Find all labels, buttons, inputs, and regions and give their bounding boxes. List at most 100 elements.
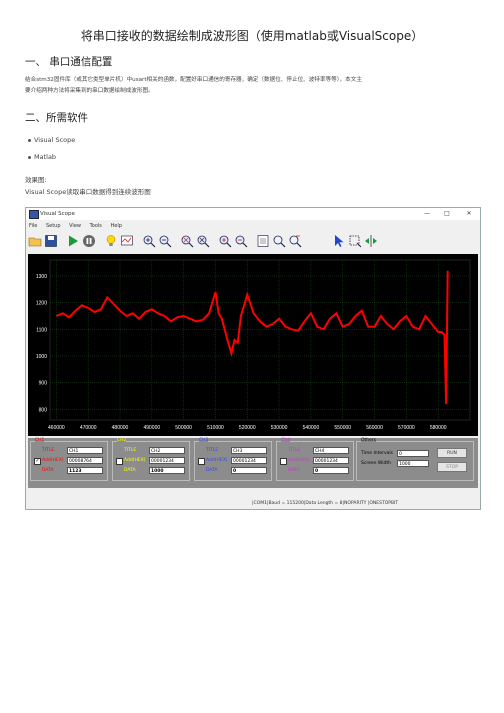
menu-setup[interactable]: Setup bbox=[46, 223, 61, 229]
open-icon[interactable] bbox=[28, 234, 42, 248]
address-label: Add(HEX) bbox=[288, 458, 310, 463]
bulb-icon[interactable] bbox=[104, 234, 118, 248]
title-label: TITLE bbox=[124, 448, 137, 453]
zoom-y-in-icon[interactable] bbox=[218, 234, 232, 248]
save-icon[interactable] bbox=[44, 234, 58, 248]
title-label: TITLE bbox=[206, 448, 219, 453]
run-icon[interactable] bbox=[66, 234, 80, 248]
status-bar: |COM1|Baud = 115200|Data Length = 8|NOPA… bbox=[26, 499, 480, 509]
zoom-y-out-icon[interactable] bbox=[234, 234, 248, 248]
channel-box-3: CH3 TITLE CH3 Add(HEX) 00001234 DATA 0 bbox=[194, 438, 272, 481]
channel-header: CH1 bbox=[35, 438, 45, 443]
data-label: DATA bbox=[288, 468, 300, 473]
x-tick-label: 510000 bbox=[207, 425, 224, 431]
run-button[interactable]: RUN bbox=[437, 448, 467, 458]
title-input[interactable]: CH1 bbox=[67, 447, 103, 454]
waveform-plot[interactable]: 460000 470000 480000 490000 500000 510000 5200… bbox=[28, 254, 478, 436]
y-tick-label: 800 bbox=[39, 407, 48, 413]
title-input[interactable]: CH3 bbox=[231, 447, 267, 454]
x-tick-label: 570000 bbox=[398, 425, 415, 431]
data-label: DATA bbox=[42, 468, 54, 473]
address-input[interactable]: 00001234 bbox=[313, 457, 349, 464]
address-input[interactable]: 00008764 bbox=[67, 457, 103, 464]
section-heading-software: 二、所需软件 bbox=[25, 112, 88, 124]
x-tick-label: 550000 bbox=[334, 425, 351, 431]
x-tick-label: 520000 bbox=[239, 425, 256, 431]
status-text: |COM1|Baud = 115200|Data Length = 8|NOPA… bbox=[252, 501, 399, 506]
minimize-button[interactable]: — bbox=[420, 208, 434, 220]
x-tick-label: 500000 bbox=[175, 425, 192, 431]
channel-checkbox[interactable] bbox=[116, 458, 123, 465]
title-input[interactable]: CH2 bbox=[149, 447, 185, 454]
close-button[interactable]: ✕ bbox=[462, 208, 476, 220]
data-value: 0 bbox=[231, 467, 267, 474]
x-tick-label: 530000 bbox=[271, 425, 288, 431]
menu-view[interactable]: View bbox=[69, 223, 81, 229]
channel-checkbox[interactable]: ✓ bbox=[34, 458, 41, 465]
data-value: 1000 bbox=[149, 467, 185, 474]
screen-width-input[interactable]: 1000 bbox=[397, 460, 429, 467]
series-line bbox=[56, 270, 449, 405]
address-input[interactable]: 00001234 bbox=[149, 457, 185, 464]
zoom-x-out-icon[interactable] bbox=[196, 234, 210, 248]
window-titlebar: Visual Scope — □ ✕ bbox=[26, 208, 480, 220]
scope-icon[interactable] bbox=[120, 234, 134, 248]
data-value: 0 bbox=[313, 467, 349, 474]
zoom-out-icon[interactable] bbox=[158, 234, 172, 248]
menu-tools[interactable]: Tools bbox=[90, 223, 102, 229]
time-interval-label: Time Intervals bbox=[361, 451, 394, 456]
document-title: 将串口接收的数据绘制成波形图（使用matlab或VisualScope） bbox=[80, 29, 424, 43]
measure-icon[interactable] bbox=[364, 234, 378, 248]
channel-box-2: CH2 TITLE CH2 Add(HEX) 00001234 DATA 1000 bbox=[112, 438, 190, 481]
data-label: DATA bbox=[206, 468, 218, 473]
channel-header: CH4 bbox=[281, 438, 291, 443]
channel-box-1: CH1 TITLE CH1 ✓ Add(HEX) 00008764 DATA 1123 bbox=[30, 438, 108, 481]
x-tick-label: 540000 bbox=[303, 425, 320, 431]
y-tick-label: 1100 bbox=[36, 327, 47, 333]
title-input[interactable]: CH4 bbox=[313, 447, 349, 454]
x-tick-label: 480000 bbox=[112, 425, 129, 431]
x-tick-label: 560000 bbox=[366, 425, 383, 431]
y-tick-label: 1200 bbox=[36, 301, 47, 307]
y-tick-label: 1000 bbox=[36, 354, 47, 360]
select-icon[interactable] bbox=[348, 234, 362, 248]
channel-checkbox[interactable] bbox=[280, 458, 287, 465]
menu-file[interactable]: File bbox=[29, 223, 37, 229]
address-input[interactable]: 00001234 bbox=[231, 457, 267, 464]
address-label: Add(HEX) bbox=[206, 458, 228, 463]
waveform-chart: 460000 470000 480000 490000 500000 510000 5200… bbox=[36, 259, 471, 431]
channel-box-4: CH4 TITLE CH4 Add(HEX) 00001234 DATA 0 bbox=[276, 438, 354, 481]
x-tick-label: 490000 bbox=[143, 425, 160, 431]
address-label: Add(HEX) bbox=[42, 458, 64, 463]
tools-icon[interactable] bbox=[288, 234, 302, 248]
app-icon bbox=[29, 210, 39, 219]
window-title: Visual Scope bbox=[40, 211, 75, 217]
stop-icon[interactable] bbox=[82, 234, 96, 248]
fit-icon[interactable] bbox=[256, 234, 270, 248]
cursor-icon[interactable] bbox=[332, 234, 346, 248]
data-label: DATA bbox=[124, 468, 136, 473]
x-tick-label: 470000 bbox=[80, 425, 97, 431]
y-tick-label: 900 bbox=[39, 381, 48, 387]
figure-caption: Visual Scope读取串口数据得到连续波形图 bbox=[25, 188, 151, 196]
time-interval-input[interactable]: 0 bbox=[397, 450, 429, 457]
plot-frame bbox=[49, 259, 471, 421]
zoom-x-in-icon[interactable] bbox=[180, 234, 194, 248]
effect-label: 效果图: bbox=[25, 176, 47, 184]
data-value: 1123 bbox=[67, 467, 103, 474]
search-icon[interactable] bbox=[272, 234, 286, 248]
stop-button[interactable]: STOP bbox=[437, 462, 467, 472]
run-button-label: RUN bbox=[447, 451, 457, 456]
x-tick-label: 460000 bbox=[48, 425, 65, 431]
x-tick-label: 580000 bbox=[430, 425, 447, 431]
menu-help[interactable]: Help bbox=[111, 223, 122, 229]
others-box: Others Time Intervals 0 Screen Width 100… bbox=[356, 438, 474, 481]
title-label: TITLE bbox=[288, 448, 301, 453]
paragraph-line-1: 结合stm32固件库（或其它类型单片机）中usart相关的函数，配置好串口通信的… bbox=[25, 77, 362, 83]
toolbar bbox=[26, 232, 480, 252]
channel-header: CH2 bbox=[117, 438, 127, 443]
bullet-matlab: Matlab bbox=[27, 153, 57, 161]
channel-checkbox[interactable] bbox=[198, 458, 205, 465]
maximize-button[interactable]: □ bbox=[440, 208, 454, 220]
zoom-in-icon[interactable] bbox=[142, 234, 156, 248]
